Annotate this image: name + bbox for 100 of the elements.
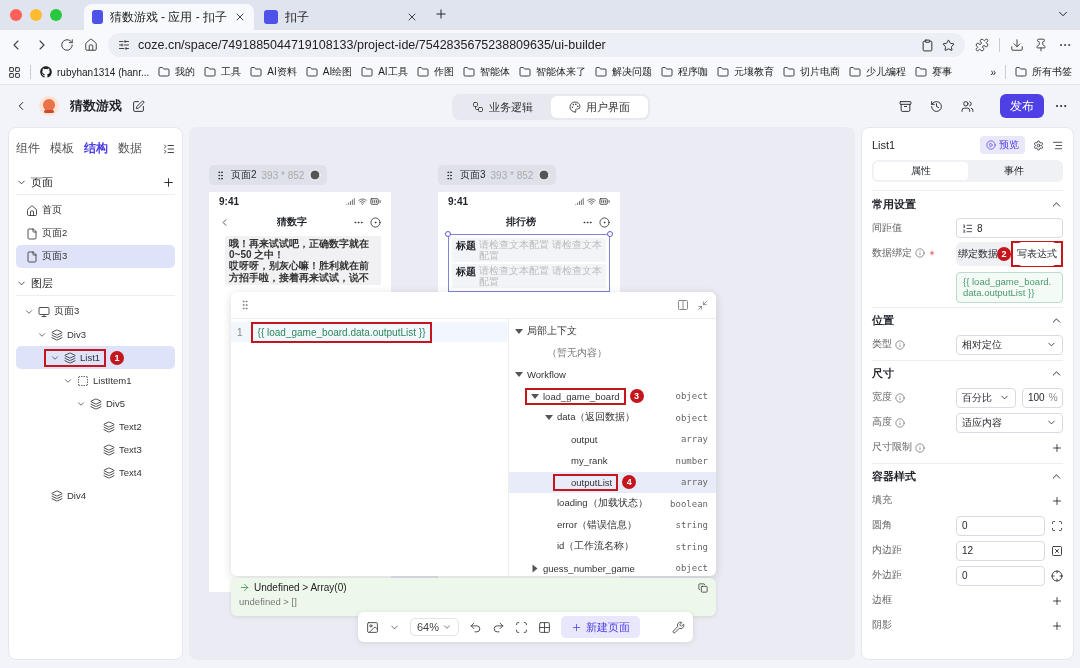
redo-icon[interactable] — [492, 620, 506, 634]
panel-tab[interactable]: 数据 — [118, 140, 142, 157]
triangle-icon[interactable] — [545, 415, 553, 421]
group-row[interactable]: Workflow — [509, 364, 716, 386]
artboard-tag[interactable]: 页面3 393 * 852 — [438, 165, 557, 185]
panel-tab[interactable]: 事件 — [967, 162, 1061, 180]
page-item[interactable]: 页面3 — [16, 245, 175, 268]
variable-row[interactable]: error（错误信息） string — [509, 514, 716, 536]
mode-tab[interactable]: 用户界面 — [551, 96, 648, 118]
publish-button[interactable]: 发布 — [1000, 94, 1044, 118]
browser-tab[interactable]: 猜数游戏 - 应用 - 扣子 — [84, 4, 254, 30]
mode-tab[interactable]: 业务逻辑 — [454, 96, 551, 118]
select-field[interactable]: 相对定位 — [956, 334, 1063, 355]
resize-handle[interactable] — [445, 231, 451, 237]
bookmark[interactable]: 我的 — [158, 65, 196, 79]
bookmark[interactable]: 智能体 — [462, 65, 510, 79]
collapse-icon[interactable] — [1052, 139, 1063, 151]
panel-tab[interactable]: 组件 — [16, 140, 40, 157]
group-row[interactable]: 局部上下文 — [509, 321, 716, 343]
layer-item[interactable]: Text3 — [16, 438, 175, 461]
clipboard-icon[interactable] — [921, 38, 934, 52]
page-item[interactable]: 页面2 — [16, 222, 175, 245]
triangle-icon[interactable] — [532, 564, 538, 573]
segment-option[interactable]: 写表达式 — [1017, 242, 1057, 266]
copy-icon[interactable] — [698, 582, 708, 593]
bookmark[interactable]: 少儿编程 — [848, 65, 906, 79]
variable-row[interactable]: my_rank number — [509, 450, 716, 472]
triangle-icon[interactable] — [515, 329, 523, 335]
page-item[interactable]: 首页 — [16, 199, 175, 222]
layer-item[interactable]: Text4 — [16, 461, 175, 484]
zoom-select[interactable]: 64% — [410, 618, 460, 636]
preview-button[interactable]: 预览 — [980, 136, 1025, 154]
bookmark[interactable]: 切片电商 — [782, 65, 840, 79]
bookmark[interactable]: AI绘图 — [305, 65, 353, 79]
number-field[interactable]: 8 — [956, 218, 1063, 238]
select-field[interactable]: 百分比 — [956, 387, 1016, 408]
drag-handle-icon[interactable] — [239, 299, 251, 311]
bookmark[interactable]: 解决问题 — [594, 65, 652, 79]
number-field[interactable]: 0 — [956, 565, 1045, 586]
fit-icon[interactable] — [515, 620, 529, 634]
triangle-icon[interactable] — [531, 393, 539, 399]
layer-item[interactable]: Div5 — [16, 392, 175, 415]
collapse-icon[interactable] — [163, 142, 175, 155]
variable-row[interactable]: output array — [509, 428, 716, 450]
bookmark[interactable]: 工具 — [204, 65, 242, 79]
panel-tab[interactable]: 属性 — [874, 162, 968, 180]
number-field[interactable]: 0 — [956, 515, 1045, 536]
close-icon[interactable] — [234, 11, 246, 23]
split-view-icon[interactable] — [677, 299, 689, 311]
select-field[interactable]: 适应内容 — [956, 412, 1063, 433]
bookmark[interactable]: 程序咖 — [660, 65, 708, 79]
bookmark[interactable]: AI工具 — [361, 65, 408, 79]
variable-row[interactable]: data（返回数据） object — [509, 407, 716, 429]
pin-icon[interactable] — [1034, 38, 1048, 52]
resize-handle[interactable] — [607, 231, 613, 237]
layer-item[interactable]: 页面3 — [16, 300, 175, 323]
bookmark[interactable]: 智能体来了 — [518, 65, 586, 79]
settings-icon[interactable] — [1033, 139, 1044, 151]
layer-item[interactable]: List1 1 — [16, 346, 175, 369]
number-field[interactable]: 100 % — [1022, 387, 1063, 408]
archive-icon[interactable] — [899, 99, 912, 113]
apps-icon[interactable] — [8, 65, 21, 79]
new-tab-icon[interactable] — [434, 6, 448, 21]
variable-row[interactable]: outputList 4 array — [509, 471, 716, 493]
artboard-tag[interactable]: 页面2 393 * 852 — [209, 165, 328, 185]
reload-icon[interactable] — [60, 38, 74, 52]
layer-item[interactable]: ListItem1 — [16, 369, 175, 392]
variable-row[interactable]: loading（加载状态） boolean — [509, 493, 716, 515]
layer-item[interactable]: Div4 — [16, 484, 175, 507]
image-icon[interactable] — [366, 620, 379, 634]
address-bar[interactable]: coze.cn/space/7491885044719108133/project-ide/7542835675238809635/ui-builder — [108, 33, 965, 57]
add-icon[interactable] — [162, 176, 175, 189]
bookmark[interactable]: AI资料 — [250, 65, 297, 79]
home-icon[interactable] — [84, 38, 98, 52]
undo-icon[interactable] — [469, 620, 483, 634]
edit-icon[interactable] — [132, 99, 145, 113]
users-icon[interactable] — [961, 99, 974, 113]
wrench-icon[interactable] — [672, 620, 685, 634]
layer-item[interactable]: Div3 — [16, 323, 175, 346]
close-icon[interactable] — [406, 11, 418, 23]
history-icon[interactable] — [930, 99, 943, 113]
download-icon[interactable] — [1010, 38, 1024, 52]
segment-option[interactable]: 绑定数据 — [956, 242, 999, 266]
bookmark[interactable]: 赛事 — [914, 65, 952, 79]
variable-row[interactable]: load_game_board 3 object — [509, 385, 716, 407]
more-bookmarks-button[interactable]: » — [990, 66, 996, 78]
layer-item[interactable]: Text2 — [16, 415, 175, 438]
bookmark[interactable]: 作图 — [416, 65, 454, 79]
minimize-icon[interactable] — [697, 299, 708, 311]
grid-icon[interactable] — [538, 620, 552, 634]
new-page-button[interactable]: 新建页面 — [561, 616, 641, 638]
extensions-icon[interactable] — [975, 38, 989, 52]
number-field[interactable]: 12 — [956, 540, 1045, 561]
code-text[interactable]: {{ load_game_board.data.outputList }} — [250, 321, 433, 343]
bookmark[interactable]: rubyhan1314 (hanr... — [40, 66, 150, 78]
bookmark[interactable]: 所有书签 — [1015, 65, 1072, 79]
variable-row[interactable]: guess_number_game object — [509, 557, 716, 576]
browser-tab[interactable]: 扣子 — [256, 4, 426, 30]
variable-row[interactable]: id（工作流名称） string — [509, 536, 716, 558]
triangle-icon[interactable] — [515, 372, 523, 378]
